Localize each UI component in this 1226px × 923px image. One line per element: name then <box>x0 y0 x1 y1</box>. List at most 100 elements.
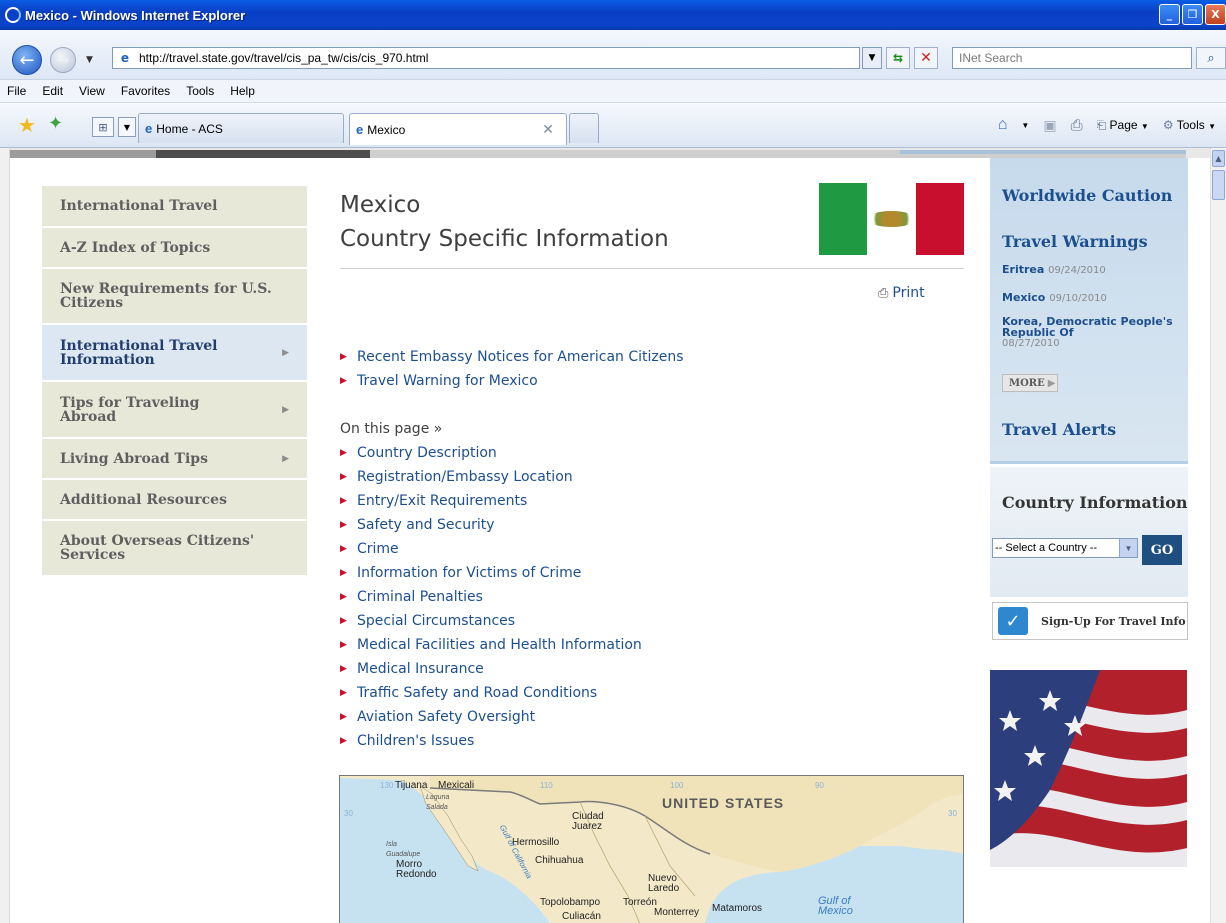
country-select[interactable]: -- Select a Country -- ▼ <box>992 538 1138 558</box>
refresh-button[interactable]: ⇆ <box>886 47 910 69</box>
warning-country-link[interactable]: Eritrea <box>1002 263 1044 276</box>
nav-item-international-travel-information[interactable]: International Travel Information ▶ <box>42 325 307 382</box>
on-this-page-links: ▶ Country Description ▶ Registration/Embas… <box>340 441 642 753</box>
home-icon[interactable]: ⌂ <box>998 116 1008 134</box>
nav-item-new-requirements[interactable]: New Requirements for U.S. Citizens <box>42 269 307 325</box>
map-tick-label: 30 <box>948 809 957 818</box>
search-input[interactable]: INet Search <box>952 47 1192 69</box>
nav-item-additional-resources[interactable]: Additional Resources <box>42 480 307 521</box>
link-country-description[interactable]: Country Description <box>357 445 497 461</box>
quick-tabs-button[interactable]: ⊞ <box>92 117 114 137</box>
warning-item[interactable]: Mexico 09/10/2010 <box>1002 292 1107 304</box>
map-water-label: Gulf of Mexico <box>818 895 853 917</box>
link-registration[interactable]: Registration/Embassy Location <box>357 469 573 485</box>
link-criminal-penalties[interactable]: Criminal Penalties <box>357 589 483 605</box>
menu-tools[interactable]: Tools <box>186 84 214 98</box>
warning-item[interactable]: Korea, Democratic People's Republic Of 0… <box>1002 316 1182 349</box>
vertical-scrollbar[interactable] <box>1210 148 1226 923</box>
bullet-arrow-icon: ▶ <box>340 352 347 362</box>
signup-travel-info-button[interactable]: ✓ Sign-Up For Travel Info <box>992 602 1188 640</box>
warning-country-link[interactable]: Korea, Democratic People's Republic Of <box>1002 316 1182 338</box>
url-text[interactable]: http://travel.state.gov/travel/cis_pa_tw… <box>139 51 428 65</box>
tab-list-dropdown[interactable]: ▼ <box>118 117 136 137</box>
list-item[interactable]: ▶ Traffic Safety and Road Conditions <box>340 681 642 705</box>
bullet-arrow-icon: ▶ <box>340 520 347 530</box>
close-tab-icon[interactable]: ✕ <box>542 121 554 138</box>
nav-item-label: A-Z Index of Topics <box>60 239 211 256</box>
page-menu-button[interactable]: ⎗ Page ▼ <box>1097 118 1149 133</box>
link-special-circumstances[interactable]: Special Circumstances <box>357 613 515 629</box>
list-item[interactable]: ▶ Medical Facilities and Health Informati… <box>340 633 642 657</box>
menu-view[interactable]: View <box>79 84 105 98</box>
tools-menu-button[interactable]: ⚙ Tools ▼ <box>1163 118 1216 132</box>
history-dropdown[interactable]: ▼ <box>86 55 93 65</box>
warning-country-link[interactable]: Mexico <box>1002 291 1045 304</box>
list-item[interactable]: ▶ Registration/Embassy Location <box>340 465 642 489</box>
link-recent-embassy-notices[interactable]: Recent Embassy Notices for American Citi… <box>357 349 684 365</box>
list-item[interactable]: ▶ Travel Warning for Mexico <box>340 369 684 393</box>
favorites-center-button[interactable]: ★ <box>18 113 36 137</box>
tab-home-acs[interactable]: e Home - ACS <box>138 113 344 143</box>
link-aviation-safety[interactable]: Aviation Safety Oversight <box>357 709 535 725</box>
list-item[interactable]: ▶ Aviation Safety Oversight <box>340 705 642 729</box>
link-childrens-issues[interactable]: Children's Issues <box>357 733 474 749</box>
go-button[interactable]: GO <box>1142 535 1182 565</box>
bullet-arrow-icon: ▶ <box>340 712 347 722</box>
minimize-button[interactable]: _ <box>1159 4 1180 25</box>
home-dropdown[interactable]: ▼ <box>1021 121 1029 130</box>
menu-help[interactable]: Help <box>230 84 255 98</box>
menu-file[interactable]: File <box>7 84 26 98</box>
link-entry-exit[interactable]: Entry/Exit Requirements <box>357 493 527 509</box>
list-item[interactable]: ▶ Children's Issues <box>340 729 642 753</box>
worldwide-caution-link[interactable]: Worldwide Caution <box>1002 186 1172 205</box>
menu-edit[interactable]: Edit <box>42 84 63 98</box>
list-item[interactable]: ▶ Country Description <box>340 441 642 465</box>
link-crime[interactable]: Crime <box>357 541 399 557</box>
list-item[interactable]: ▶ Safety and Security <box>340 513 642 537</box>
link-victims-of-crime[interactable]: Information for Victims of Crime <box>357 565 581 581</box>
print-link[interactable]: ⎙ Print <box>878 285 925 301</box>
map-city-label: Mexicali <box>438 780 475 791</box>
link-travel-warning[interactable]: Travel Warning for Mexico <box>357 373 538 389</box>
link-traffic-safety[interactable]: Traffic Safety and Road Conditions <box>357 685 597 701</box>
feeds-icon[interactable]: ▣ <box>1043 117 1056 134</box>
menu-favorites[interactable]: Favorites <box>121 84 170 98</box>
scroll-up-button[interactable]: ▲ <box>1212 150 1225 167</box>
forward-button[interactable]: → <box>50 47 76 73</box>
search-button[interactable]: ⌕ <box>1196 47 1226 69</box>
address-input[interactable]: e http://travel.state.gov/travel/cis_pa_… <box>112 47 860 69</box>
list-item[interactable]: ▶ Criminal Penalties <box>340 585 642 609</box>
nav-item-about-overseas[interactable]: About Overseas Citizens' Services <box>42 521 307 577</box>
list-item[interactable]: ▶ Crime <box>340 537 642 561</box>
chevron-down-icon[interactable]: ▼ <box>1119 539 1137 557</box>
list-item[interactable]: ▶ Special Circumstances <box>340 609 642 633</box>
scroll-thumb[interactable] <box>1212 170 1225 200</box>
printer-icon[interactable]: ⎙ <box>1071 117 1083 134</box>
new-tab-button[interactable] <box>569 113 599 143</box>
tab-mexico[interactable]: e Mexico ✕ <box>349 113 567 145</box>
mexico-map-image[interactable]: 130 Tijuana Mexicali Laguna Salada 110 1… <box>339 775 964 923</box>
nav-item-tips-traveling-abroad[interactable]: Tips for Traveling Abroad ▶ <box>42 382 307 439</box>
list-item[interactable]: ▶ Information for Victims of Crime <box>340 561 642 585</box>
more-warnings-button[interactable]: MORE ▶ <box>1002 374 1058 392</box>
nav-item-az-index[interactable]: A-Z Index of Topics <box>42 228 307 269</box>
nav-item-living-abroad-tips[interactable]: Living Abroad Tips ▶ <box>42 439 307 480</box>
travel-warnings-link[interactable]: Travel Warnings <box>1002 232 1148 251</box>
list-item[interactable]: ▶ Recent Embassy Notices for American Cit… <box>340 345 684 369</box>
restore-button[interactable]: ❐ <box>1182 4 1203 25</box>
warning-item[interactable]: Eritrea 09/24/2010 <box>1002 264 1106 276</box>
stop-button[interactable]: ✕ <box>914 47 938 69</box>
chevron-right-icon: ▶ <box>282 453 289 464</box>
back-button[interactable]: ← <box>12 45 42 75</box>
list-item[interactable]: ▶ Medical Insurance <box>340 657 642 681</box>
travel-alerts-link[interactable]: Travel Alerts <box>1002 420 1116 439</box>
link-safety-security[interactable]: Safety and Security <box>357 517 495 533</box>
add-favorites-button[interactable]: ✦ <box>48 113 63 134</box>
list-item[interactable]: ▶ Entry/Exit Requirements <box>340 489 642 513</box>
address-dropdown[interactable]: ▼ <box>862 47 882 69</box>
notice-links: ▶ Recent Embassy Notices for American Cit… <box>340 345 684 393</box>
close-button[interactable]: X <box>1205 4 1226 25</box>
link-medical-insurance[interactable]: Medical Insurance <box>357 661 484 677</box>
link-medical-facilities[interactable]: Medical Facilities and Health Informatio… <box>357 637 642 653</box>
nav-item-international-travel[interactable]: International Travel <box>42 186 307 228</box>
